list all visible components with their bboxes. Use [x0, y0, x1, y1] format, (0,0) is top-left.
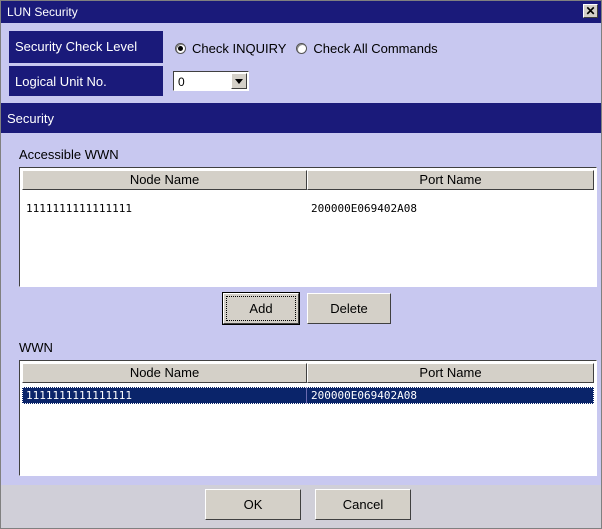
- logical-unit-value: 0: [178, 75, 185, 89]
- cancel-button[interactable]: Cancel: [315, 489, 411, 520]
- node-name-cell: 1111111111111111: [26, 202, 132, 215]
- lun-security-dialog: LUN Security ✕ Security Check Level Chec…: [0, 0, 602, 529]
- ok-button[interactable]: OK: [205, 489, 301, 520]
- title-bar[interactable]: LUN Security ✕: [1, 1, 601, 23]
- column-header-port-name[interactable]: Port Name: [307, 363, 594, 383]
- close-icon: ✕: [585, 4, 596, 18]
- table-row[interactable]: 1111111111111111 200000E069402A08: [22, 200, 594, 217]
- port-name-cell: 200000E069402A08: [311, 389, 417, 402]
- wwn-header: Node Name Port Name: [22, 363, 594, 383]
- wwn-table[interactable]: Node Name Port Name 1111111111111111 200…: [19, 360, 597, 476]
- dialog-button-bar: [1, 485, 601, 528]
- delete-button-label: Delete: [330, 301, 368, 316]
- security-check-options: Check INQUIRY Check All Commands: [175, 39, 448, 57]
- logical-unit-select[interactable]: 0: [173, 71, 249, 91]
- cancel-button-label: Cancel: [342, 497, 384, 512]
- column-header-port-name[interactable]: Port Name: [307, 170, 594, 190]
- security-section-title: Security: [7, 111, 54, 126]
- logical-unit-label: Logical Unit No.: [9, 66, 163, 96]
- table-row[interactable]: 1111111111111111 200000E069402A08: [22, 387, 594, 404]
- add-button[interactable]: Add: [222, 292, 300, 325]
- accessible-wwn-header: Node Name Port Name: [22, 170, 594, 190]
- close-button[interactable]: ✕: [583, 4, 598, 18]
- port-name-cell: 200000E069402A08: [311, 202, 417, 215]
- chevron-down-icon[interactable]: [231, 73, 247, 89]
- radio-check-inquiry[interactable]: [175, 42, 186, 54]
- column-header-node-name[interactable]: Node Name: [22, 363, 307, 383]
- delete-button[interactable]: Delete: [307, 293, 391, 324]
- add-button-label: Add: [224, 294, 298, 323]
- accessible-wwn-label: Accessible WWN: [19, 147, 119, 162]
- node-name-cell: 1111111111111111: [22, 387, 307, 404]
- security-check-level-label: Security Check Level: [9, 31, 163, 63]
- ok-button-label: OK: [243, 497, 263, 512]
- radio-label-check-all-commands[interactable]: Check All Commands: [313, 41, 437, 56]
- wwn-label: WWN: [19, 340, 53, 355]
- window-title: LUN Security: [7, 5, 78, 19]
- radio-check-all-commands[interactable]: [296, 42, 308, 54]
- radio-label-check-inquiry[interactable]: Check INQUIRY: [192, 41, 286, 56]
- accessible-wwn-table[interactable]: Node Name Port Name 1111111111111111 200…: [19, 167, 597, 287]
- security-section-header: Security: [1, 103, 601, 133]
- column-header-node-name[interactable]: Node Name: [22, 170, 307, 190]
